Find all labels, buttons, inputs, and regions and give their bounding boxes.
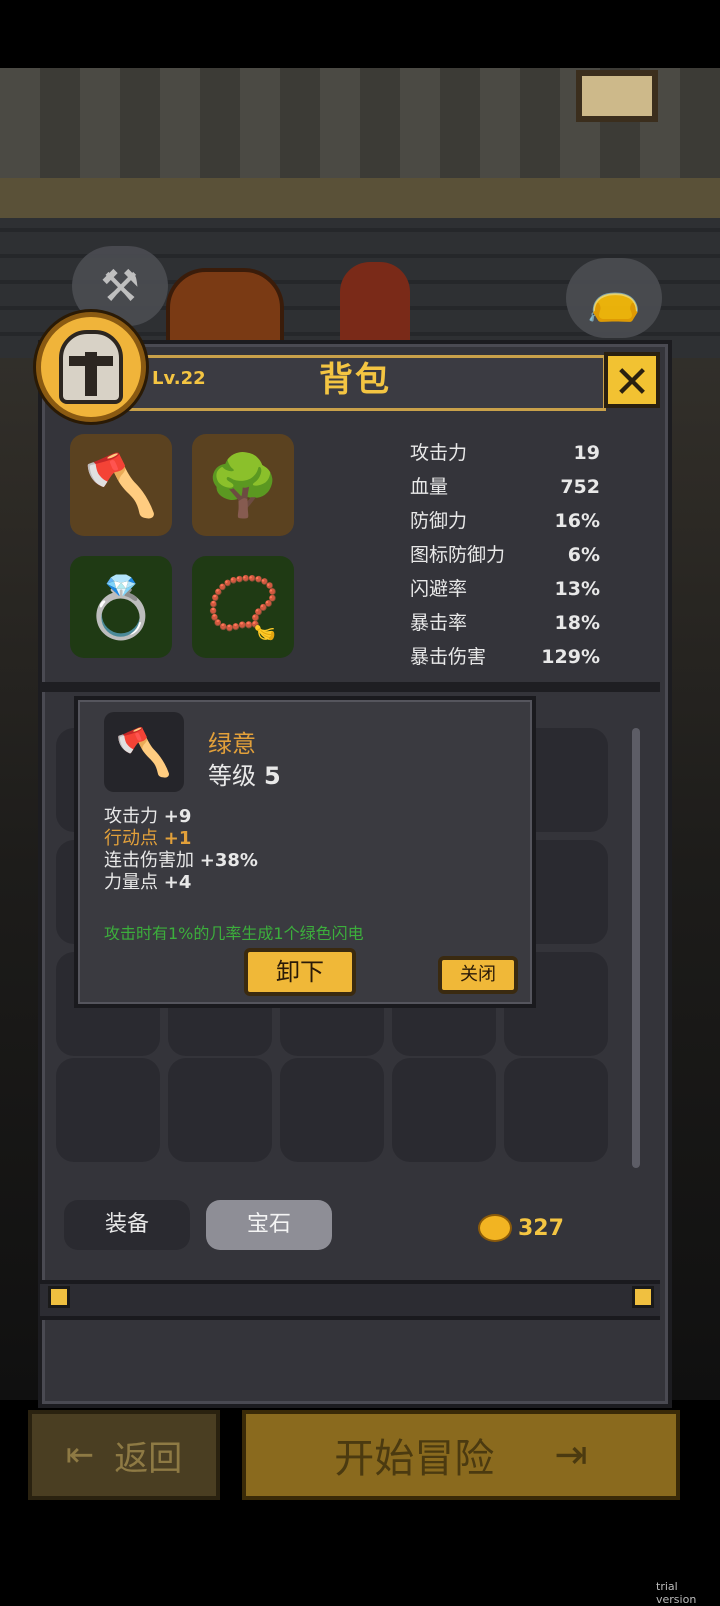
- window-decor: [576, 70, 658, 122]
- attr-value: +9: [163, 806, 192, 827]
- unequip-button[interactable]: 卸下: [244, 948, 356, 996]
- stat-label: 闪避率: [410, 578, 468, 600]
- back-button[interactable]: ⇤ 返回: [28, 1410, 220, 1500]
- attr-value: +38%: [199, 850, 258, 871]
- stat-value: 752: [560, 476, 600, 498]
- stat-row: 暴击率 18%: [410, 606, 600, 640]
- inventory-cell[interactable]: [168, 1058, 272, 1162]
- start-label: 开始冒险: [334, 1436, 495, 1482]
- stat-value: 16%: [554, 510, 600, 532]
- gold-amount: 327: [518, 1215, 564, 1241]
- equipment-slot-ring[interactable]: 💍: [70, 556, 172, 658]
- tooltip-close-button[interactable]: 关闭: [438, 956, 518, 994]
- axe-icon: 🪓: [104, 712, 184, 792]
- attr-label: 力量点: [104, 872, 158, 893]
- helmet-avatar-icon: [36, 312, 146, 422]
- inventory-scrollbar[interactable]: [632, 728, 640, 1168]
- stat-row: 图标防御力 6%: [410, 538, 600, 572]
- attr-label: 行动点: [104, 828, 158, 849]
- item-level-value: 5: [264, 762, 281, 790]
- stat-value: 19: [573, 442, 600, 464]
- back-label: 返回: [114, 1438, 183, 1479]
- item-level-label: 等级: [208, 762, 256, 790]
- bag-icon[interactable]: 👝: [566, 258, 662, 338]
- stat-label: 防御力: [410, 510, 468, 532]
- stat-value: 13%: [554, 578, 600, 600]
- attr-label: 连击伤害加: [104, 850, 194, 871]
- axe-icon: 🪓: [83, 450, 159, 521]
- stat-row: 攻击力 19: [410, 436, 600, 470]
- item-name: 绿意: [208, 730, 256, 758]
- watermark: trial version: [656, 1580, 697, 1606]
- bush-armor-icon: 🌳: [205, 450, 281, 521]
- divider: [40, 682, 660, 692]
- tab-gems[interactable]: 宝石: [206, 1200, 332, 1250]
- rivet-decor: [48, 1286, 70, 1308]
- item-level: 等级 5: [208, 756, 281, 791]
- exit-arrow-icon: ⇥: [554, 1432, 588, 1478]
- stat-value: 6%: [567, 544, 600, 566]
- close-icon[interactable]: ✕: [604, 352, 660, 408]
- item-attr-line: 攻击力 +9: [104, 806, 191, 828]
- necklace-icon: 📿: [205, 572, 281, 643]
- wood-beam: [0, 178, 720, 222]
- back-icon: ⇤: [65, 1435, 95, 1475]
- stat-label: 图标防御力: [410, 544, 506, 566]
- rivet-decor: [632, 1286, 654, 1308]
- gold-coin-icon: [478, 1214, 512, 1242]
- equipment-slot-necklace[interactable]: 📿: [192, 556, 294, 658]
- player-level: Lv.22: [152, 368, 206, 389]
- equipment-slot-weapon[interactable]: 🪓: [70, 434, 172, 536]
- stat-label: 攻击力: [410, 442, 468, 464]
- ring-icon: 💍: [83, 572, 159, 643]
- item-description: 攻击时有1%的几率生成1个绿色闪电: [104, 924, 364, 940]
- panel-footer-bar: [40, 1280, 660, 1320]
- stats-panel: 攻击力 19 血量 752 防御力 16% 图标防御力 6% 闪避率 13% 暴击率 18%…: [410, 436, 600, 668]
- inventory-cell[interactable]: [56, 1058, 160, 1162]
- item-attr-line: 连击伤害加 +38%: [104, 850, 258, 872]
- helmet-decor: [340, 262, 410, 342]
- start-adventure-button[interactable]: 开始冒险 ⇥: [242, 1410, 680, 1500]
- inventory-cell[interactable]: [504, 1058, 608, 1162]
- attr-label: 攻击力: [104, 806, 158, 827]
- stat-label: 暴击伤害: [410, 646, 487, 668]
- gold-counter: 327: [478, 1214, 564, 1242]
- inventory-cell[interactable]: [392, 1058, 496, 1162]
- stat-label: 血量: [410, 476, 449, 498]
- stat-label: 暴击率: [410, 612, 468, 634]
- stat-row: 防御力 16%: [410, 504, 600, 538]
- stat-value: 18%: [554, 612, 600, 634]
- stat-row: 暴击伤害 129%: [410, 640, 600, 668]
- stat-row: 血量 752: [410, 470, 600, 504]
- tab-equipment[interactable]: 装备: [64, 1200, 190, 1250]
- equipment-slot-armor[interactable]: 🌳: [192, 434, 294, 536]
- item-attr-line: 力量点 +4: [104, 872, 191, 894]
- attr-value: +1: [163, 828, 192, 849]
- attr-value: +4: [163, 872, 192, 893]
- page-title: 背包: [319, 360, 391, 400]
- item-attr-line: 行动点 +1: [104, 828, 191, 850]
- stat-value: 129%: [541, 646, 600, 668]
- stat-row: 闪避率 13%: [410, 572, 600, 606]
- inventory-cell[interactable]: [280, 1058, 384, 1162]
